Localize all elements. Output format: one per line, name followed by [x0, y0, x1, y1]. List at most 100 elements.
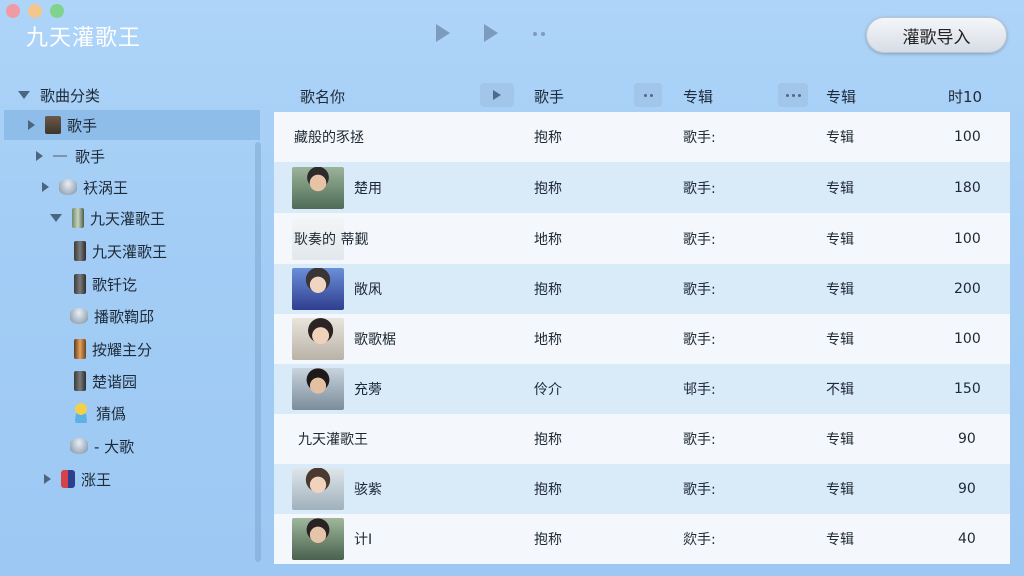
- tower-icon: [74, 371, 86, 391]
- table-row[interactable]: 骇紫 抱称 歌手: 专辑 90: [274, 464, 1010, 514]
- chevron-right-icon[interactable]: [42, 182, 49, 192]
- sidebar-item-label: 歌手: [75, 147, 106, 166]
- song-album: 歌手:: [683, 432, 716, 448]
- song-time: 40: [958, 531, 976, 547]
- tower-icon: [74, 241, 86, 261]
- sidebar: 歌曲分类 歌手 歌手 袄涡王 九天灌歌王 九天灌歌王 歌钎讫 播歌鞫邱 按耀主分: [4, 76, 261, 576]
- song-album: 歌手:: [683, 332, 716, 348]
- title-bar: 九天灌歌王 灌歌导入: [0, 0, 1024, 72]
- song-time: 100: [954, 129, 981, 145]
- column-header-name[interactable]: 歌名你: [300, 86, 345, 107]
- table-row[interactable]: 充蒡 伶介 邨手: 不辑 150: [274, 364, 1010, 414]
- app-title: 九天灌歌王: [26, 26, 142, 51]
- song-artist: 抱称: [534, 130, 562, 146]
- sidebar-item[interactable]: 猜僞: [72, 398, 126, 428]
- sidebar-item[interactable]: 歌钎讫: [74, 269, 137, 299]
- close-window-button[interactable]: [6, 4, 20, 18]
- song-name: 歌歌椐: [354, 332, 396, 348]
- chevron-right-icon[interactable]: [28, 120, 35, 130]
- column-header-artist[interactable]: 歌手: [534, 86, 564, 107]
- chevron-right-icon[interactable]: [44, 474, 51, 484]
- song-time: 90: [958, 431, 976, 447]
- sidebar-item-label: 歌手: [67, 116, 98, 135]
- chevron-down-icon[interactable]: [50, 214, 62, 222]
- song-album: 欻手:: [683, 532, 716, 548]
- sidebar-item-label: 歌钎讫: [92, 275, 138, 294]
- chevron-right-icon[interactable]: [36, 151, 43, 161]
- song-time: 100: [954, 331, 981, 347]
- sidebar-item[interactable]: 袄涡王: [42, 172, 128, 202]
- column-more-button[interactable]: [634, 83, 662, 107]
- table-header: 歌名你 歌手 专辑 专辑 时10: [274, 78, 1010, 112]
- tower-icon: [74, 339, 86, 359]
- song-album: 歌手:: [683, 130, 716, 146]
- sidebar-item-label: 播歌鞫邱: [94, 307, 155, 326]
- song-artist: 抱称: [534, 432, 562, 448]
- import-button[interactable]: 灌歌导入: [866, 17, 1007, 53]
- column-play-button[interactable]: [480, 83, 514, 107]
- database-icon: [59, 179, 77, 195]
- play-icon: [436, 24, 450, 42]
- sidebar-item[interactable]: 涨王: [44, 464, 111, 494]
- sidebar-item[interactable]: - 大歌: [70, 431, 134, 461]
- column-header-album-2[interactable]: 专辑: [826, 86, 856, 107]
- song-artist: 抱称: [534, 482, 562, 498]
- chevron-down-icon[interactable]: [18, 91, 30, 99]
- song-album-2: 不辑: [826, 382, 854, 398]
- sidebar-item[interactable]: 按耀主分: [74, 334, 152, 364]
- sidebar-item-singer[interactable]: 歌手: [4, 110, 260, 140]
- sidebar-item-label: 按耀主分: [92, 340, 153, 359]
- song-album-2: 专辑: [826, 532, 854, 548]
- table-row[interactable]: 楚用 抱称 歌手: 专辑 180: [274, 162, 1010, 213]
- column-header-time[interactable]: 时10: [948, 86, 982, 107]
- sidebar-root[interactable]: 歌曲分类: [18, 80, 100, 110]
- tower-icon: [74, 274, 86, 294]
- song-name: 耿奏的 蒂觐: [294, 231, 369, 248]
- play-button[interactable]: [436, 24, 450, 42]
- song-album-2: 专辑: [826, 332, 854, 348]
- minimize-window-button[interactable]: [28, 4, 42, 18]
- sidebar-scrollbar[interactable]: [255, 142, 261, 562]
- phone-icon: [61, 470, 75, 488]
- song-artist: 伶介: [534, 382, 562, 398]
- song-artist: 抱称: [534, 532, 562, 548]
- song-time: 100: [954, 230, 981, 247]
- avatar: [292, 318, 344, 360]
- song-name: 楚用: [354, 180, 382, 197]
- song-album: 歌手:: [683, 482, 716, 498]
- sidebar-item-label: - 大歌: [94, 437, 135, 456]
- line-icon: [53, 155, 67, 157]
- sidebar-item-label: 九天灌歌王: [90, 209, 166, 228]
- song-album: 歌手:: [683, 282, 716, 298]
- song-album-2: 专辑: [826, 282, 854, 298]
- sidebar-item[interactable]: 播歌鞫邱: [70, 301, 154, 331]
- avatar: [292, 268, 344, 310]
- song-album-2: 专辑: [826, 231, 854, 248]
- song-album-2: 专辑: [826, 482, 854, 498]
- song-name: 计Ⅰ: [354, 532, 373, 548]
- sidebar-item-label: 涨王: [81, 470, 112, 489]
- sidebar-item[interactable]: 楚谐园: [74, 366, 137, 396]
- table-row[interactable]: 藏般的豕拯 抱称 歌手: 专辑 100: [274, 112, 1010, 162]
- avatar: [292, 518, 344, 560]
- table-row[interactable]: 计Ⅰ 抱称 欻手: 专辑 40: [274, 514, 1010, 564]
- next-button[interactable]: [484, 24, 498, 42]
- sidebar-item[interactable]: 歌手: [36, 141, 105, 171]
- column-header-album[interactable]: 专辑: [683, 86, 713, 107]
- table-row[interactable]: 歌歌椐 地称 歌手: 专辑 100: [274, 314, 1010, 364]
- window-controls: [6, 4, 64, 18]
- table-row[interactable]: 敞凩 抱称 歌手: 专辑 200: [274, 264, 1010, 314]
- table-row[interactable]: 耿奏的 蒂觐 地称 歌手: 专辑 100: [274, 213, 1010, 264]
- song-album: 歌手:: [683, 231, 716, 248]
- sidebar-item[interactable]: 九天灌歌王: [74, 236, 167, 266]
- song-table: 藏般的豕拯 抱称 歌手: 专辑 100 楚用 抱称 歌手: 专辑 180 耿奏的…: [274, 112, 1010, 576]
- person-icon: [72, 403, 90, 423]
- play-icon: [493, 90, 501, 100]
- dots-icon: [785, 93, 801, 97]
- dots-icon: [533, 32, 545, 36]
- table-row[interactable]: 九天灌歌王 抱称 歌手: 专辑 90: [274, 414, 1010, 464]
- more-button[interactable]: [533, 32, 545, 36]
- maximize-window-button[interactable]: [50, 4, 64, 18]
- sidebar-item[interactable]: 九天灌歌王: [50, 203, 165, 233]
- column-more-button[interactable]: [778, 83, 808, 107]
